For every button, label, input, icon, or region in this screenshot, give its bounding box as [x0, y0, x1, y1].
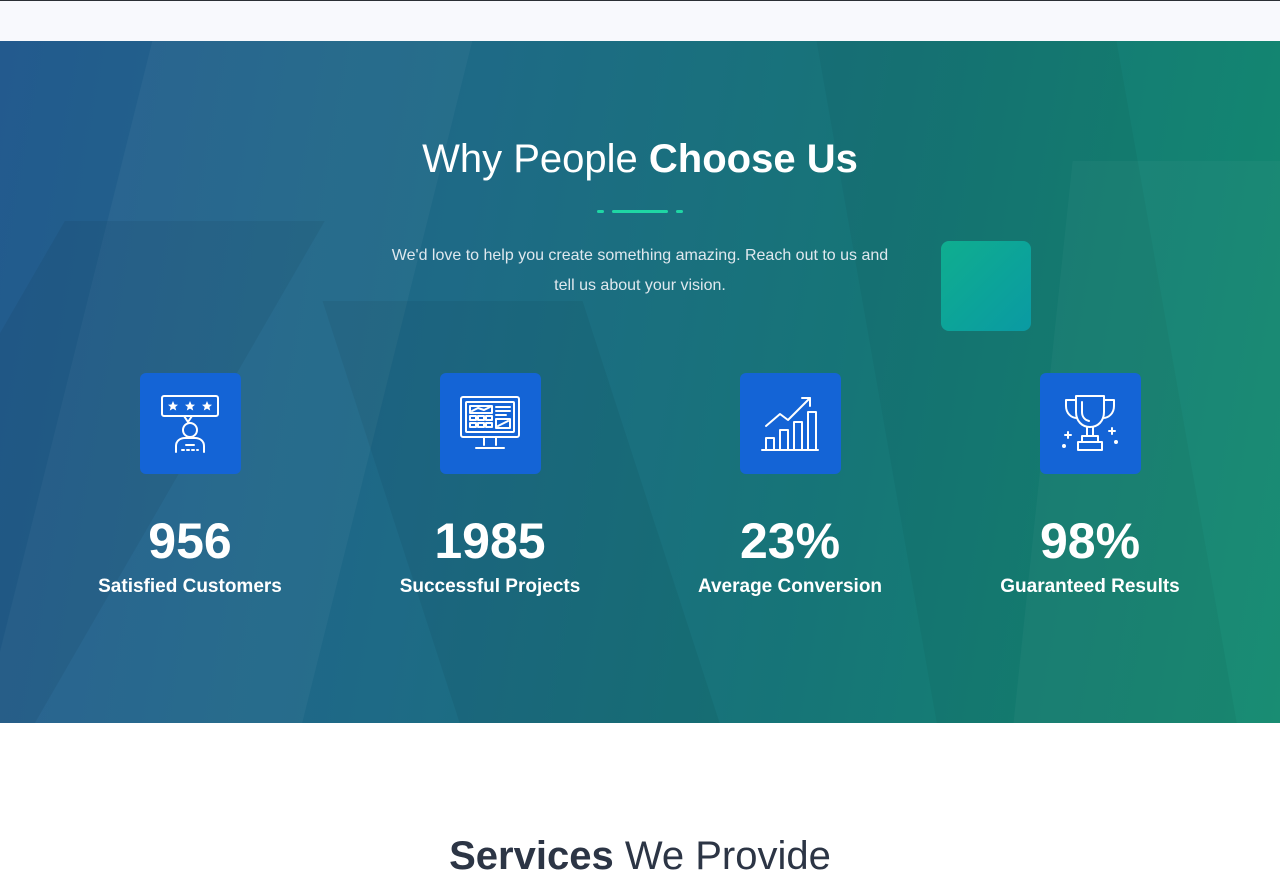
section-title: Why People Choose Us: [0, 135, 1280, 183]
stat-value: 98%: [1039, 513, 1141, 569]
title-divider: [597, 210, 683, 213]
services-section-title: Services We Provide: [0, 832, 1280, 880]
divider-dot: [597, 210, 604, 213]
stat-icon-box: [739, 373, 841, 474]
stat-satisfied-customers: 956 Satisfied Customers: [40, 373, 340, 600]
stat-label: Satisfied Customers: [98, 576, 282, 597]
section-subtitle: We'd love to help you create something a…: [391, 247, 889, 294]
stat-value: 1985: [434, 513, 546, 569]
stat-label: Average Conversion: [697, 576, 883, 597]
monitor-dashboard-icon: [460, 395, 520, 449]
top-navbar: [0, 0, 1280, 41]
stat-average-conversion: 23% Average Conversion: [640, 373, 940, 600]
section-title-bold: Choose Us: [648, 137, 858, 181]
stat-label: Guaranteed Results: [1000, 576, 1180, 597]
why-choose-us-section: Why People Choose Us We'd love to help y…: [0, 41, 1280, 723]
stat-successful-projects: 1985 Successful Projects: [340, 373, 640, 600]
services-title-bold: Services: [449, 834, 614, 878]
stat-value: 23%: [739, 513, 841, 569]
stat-icon-box: [1039, 373, 1141, 474]
growth-chart-icon: [761, 396, 819, 451]
section-title-light: Why People: [422, 137, 649, 181]
customer-rating-icon: [161, 394, 219, 453]
stat-icon-box: [439, 373, 541, 474]
trophy-icon: [1062, 394, 1118, 451]
divider-line: [612, 210, 668, 213]
decorative-square: [941, 241, 1031, 331]
stat-guaranteed-results: 98% Guaranteed Results: [940, 373, 1240, 600]
divider-dot: [676, 210, 683, 213]
stat-value: 956: [148, 513, 232, 569]
services-title-light: We Provide: [613, 834, 831, 878]
stat-label: Successful Projects: [399, 576, 581, 597]
stat-icon-box: [139, 373, 241, 474]
